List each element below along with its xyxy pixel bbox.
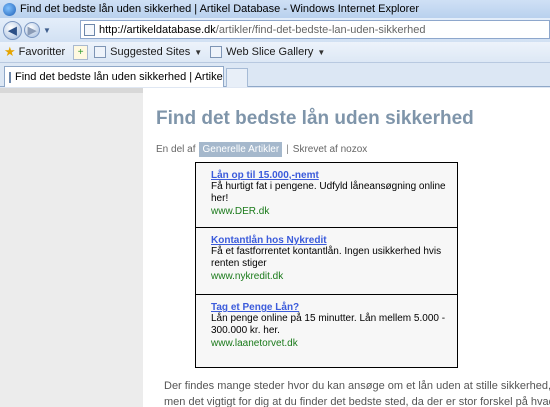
- byline-separator: |: [286, 144, 289, 155]
- ad-item: Kontantlån hos Nykredit Få et fastforren…: [196, 228, 457, 295]
- tab-active[interactable]: Find det bedste lån uden sikkerhed | Art…: [4, 66, 224, 87]
- favorites-bar: ★ Favoritter + Suggested Sites ▼ Web Sli…: [0, 42, 550, 63]
- ad-title-link[interactable]: Lån op til 15.000,-nemt: [211, 170, 457, 181]
- window-title: Find det bedste lån uden sikkerhed | Art…: [20, 3, 420, 15]
- ad-url-link[interactable]: www.DER.dk: [211, 206, 457, 217]
- main-content: Find det bedste lån uden sikkerhed En de…: [143, 88, 550, 407]
- page-title: Find det bedste lån uden sikkerhed: [156, 108, 474, 129]
- web-slice-label: Web Slice Gallery: [226, 46, 314, 58]
- ad-description: Lån penge online på 15 minutter. Lån mel…: [211, 313, 446, 336]
- byline: En del af Generelle Artikler | Skrevet a…: [156, 142, 367, 157]
- ad-box: Lån op til 15.000,-nemt Få hurtigt fat i…: [195, 162, 458, 368]
- article-body: Der findes mange steder hvor du kan ansø…: [164, 378, 550, 407]
- ie-logo-icon: [3, 2, 16, 16]
- address-bar[interactable]: http://artikeldatabase.dk/artikler/find-…: [80, 20, 550, 39]
- suggested-sites-button[interactable]: Suggested Sites ▼: [94, 46, 202, 58]
- ad-description: Få et fastforrentet kontantlån. Ingen us…: [211, 246, 442, 269]
- ad-title-link[interactable]: Kontantlån hos Nykredit: [211, 235, 457, 246]
- byline-prefix: En del af: [156, 144, 196, 155]
- ad-url-link[interactable]: www.laanetorvet.dk: [211, 338, 457, 349]
- chevron-down-icon: ▼: [194, 47, 203, 57]
- ad-item: Lån op til 15.000,-nemt Få hurtigt fat i…: [196, 163, 457, 228]
- suggested-sites-label: Suggested Sites: [110, 46, 191, 58]
- chevron-down-icon: ▼: [317, 47, 326, 57]
- new-tab-button[interactable]: [226, 68, 248, 87]
- back-button[interactable]: ◀: [3, 20, 22, 40]
- sidebar-top-rule: [0, 88, 143, 93]
- page-icon: [84, 23, 95, 36]
- left-sidebar: [0, 88, 143, 407]
- history-dropdown-icon[interactable]: ▼: [43, 26, 51, 35]
- page-viewport: Find det bedste lån uden sikkerhed En de…: [0, 88, 550, 407]
- body-line: Der findes mange steder hvor du kan ansø…: [164, 380, 550, 392]
- title-bar: Find det bedste lån uden sikkerhed | Art…: [0, 0, 550, 18]
- body-line: men det vigtigt for dig at du finder det…: [164, 396, 550, 407]
- suggested-sites-icon: [94, 46, 107, 58]
- tab-label: Find det bedste lån uden sikkerhed | Art…: [15, 71, 224, 83]
- favorites-button[interactable]: ★ Favoritter: [4, 44, 65, 60]
- star-icon: ★: [4, 44, 16, 59]
- ad-title-link[interactable]: Tag et Penge Lån?: [211, 302, 457, 313]
- favorites-label: Favoritter: [18, 46, 66, 58]
- url-path: /artikler/find-det-bedste-lan-uden-sikke…: [215, 23, 426, 36]
- navigation-bar: ◀ ▶ ▼ http://artikeldatabase.dk/artikler…: [0, 18, 550, 42]
- forward-button[interactable]: ▶: [24, 22, 40, 38]
- category-link[interactable]: Generelle Artikler: [199, 142, 283, 157]
- url-host: http://artikeldatabase.dk: [99, 23, 216, 36]
- web-slice-icon: [210, 46, 223, 58]
- ad-item: Tag et Penge Lån? Lån penge online på 15…: [196, 295, 457, 367]
- ad-url-link[interactable]: www.nykredit.dk: [211, 271, 457, 282]
- tab-page-icon: [9, 71, 11, 83]
- add-favorite-icon[interactable]: +: [73, 44, 89, 60]
- ad-description: Få hurtigt fat i pengene. Udfyld låneans…: [211, 181, 446, 204]
- tab-bar: Find det bedste lån uden sikkerhed | Art…: [0, 63, 550, 87]
- author: Skrevet af nozox: [292, 144, 368, 155]
- web-slice-gallery-button[interactable]: Web Slice Gallery ▼: [210, 46, 325, 58]
